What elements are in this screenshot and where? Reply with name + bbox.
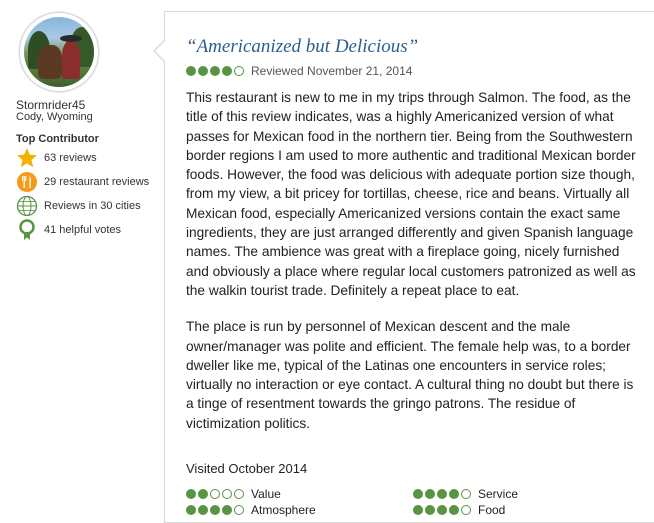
bubble-empty-icon — [234, 489, 244, 499]
sub-rating-food: Food — [413, 503, 505, 517]
badge-restaurant-reviews[interactable]: 29 restaurant reviews — [16, 171, 149, 193]
bubble-filled-icon — [198, 66, 208, 76]
sub-rating-label: Atmosphere — [251, 503, 316, 517]
bubble-filled-icon — [413, 489, 423, 499]
bubble-empty-icon — [234, 66, 244, 76]
sub-rating-service: Service — [413, 487, 518, 501]
globe-icon — [16, 195, 38, 217]
review-date: Reviewed November 21, 2014 — [251, 64, 413, 78]
sub-rating-label: Food — [478, 503, 506, 517]
review-title[interactable]: “Americanized but Delicious” — [186, 36, 418, 58]
badge-label: 63 reviews — [44, 152, 97, 164]
badge-helpful-votes[interactable]: 41 helpful votes — [16, 219, 121, 241]
sub-rating-atmosphere: Atmosphere — [186, 503, 316, 517]
bubble-filled-icon — [222, 66, 232, 76]
bubble-filled-icon — [186, 489, 196, 499]
sub-rating-label: Service — [478, 487, 519, 501]
badge-cities[interactable]: Reviews in 30 cities — [16, 195, 141, 217]
review-paragraph: The place is run by personnel of Mexican… — [186, 319, 634, 431]
badge-label: 29 restaurant reviews — [44, 176, 150, 188]
badge-reviews-count[interactable]: 63 reviews — [16, 147, 97, 169]
review-body: This restaurant is new to me in my trips… — [186, 88, 638, 450]
avatar[interactable] — [19, 12, 99, 92]
bubble-filled-icon — [425, 489, 435, 499]
visited-date: Visited October 2014 — [186, 461, 308, 476]
fork-knife-icon — [16, 171, 38, 193]
sub-rating-label: Value — [251, 487, 281, 501]
badge-label: 41 helpful votes — [44, 224, 122, 236]
bubble-rating — [186, 66, 246, 76]
reviewer-username[interactable]: Stormrider45 — [16, 98, 85, 112]
contributor-level: Top Contributor — [16, 133, 99, 145]
bubble-filled-icon — [198, 489, 208, 499]
avatar-photo[interactable] — [24, 17, 94, 87]
badge-label: Reviews in 30 cities — [44, 200, 141, 212]
bubble-filled-icon — [437, 489, 447, 499]
ribbon-icon — [16, 219, 38, 241]
bubble-empty-icon — [461, 489, 471, 499]
reviewer-hometown: Cody, Wyoming — [16, 111, 93, 123]
bubble-filled-icon — [449, 489, 459, 499]
bubble-filled-icon — [210, 66, 220, 76]
reviewer-panel: Stormrider45 Cody, Wyoming Top Contribut… — [0, 0, 162, 507]
bubble-rating — [413, 489, 473, 499]
star-icon — [16, 147, 38, 169]
bubble-filled-icon — [186, 66, 196, 76]
bubble-rating — [186, 489, 246, 499]
review-paragraph: This restaurant is new to me in my trips… — [186, 90, 636, 298]
bubble-empty-icon — [222, 489, 232, 499]
bubble-empty-icon — [210, 489, 220, 499]
review-rating-row: Reviewed November 21, 2014 — [186, 64, 412, 78]
sub-rating-value: Value — [186, 487, 281, 501]
